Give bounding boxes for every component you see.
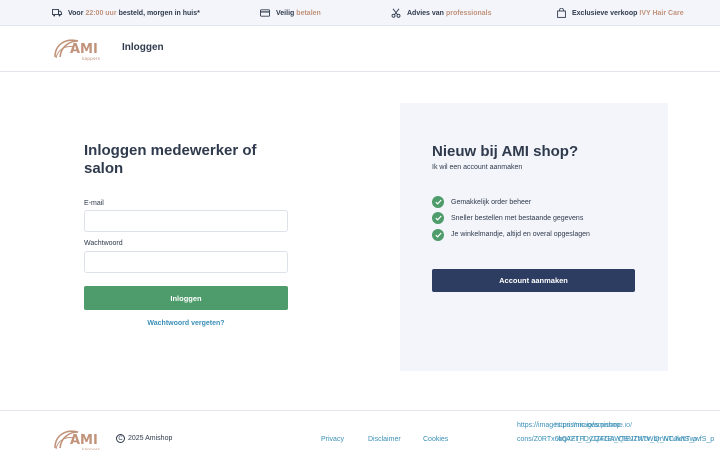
broken-image-overlay-1: https://images.prismic.io/ <box>555 422 633 429</box>
check-icon <box>432 228 444 241</box>
usp-payment-prefix: Veilig <box>276 9 295 17</box>
benefits-list: Gemakkelijk order beheer Sneller bestell… <box>432 196 590 245</box>
usp-exclusive-highlight: IVY Hair Care <box>639 9 684 17</box>
usp-delivery-prefix: Voor <box>68 9 84 17</box>
benefit-item: Sneller bestellen met bestaande gegevens <box>432 212 590 225</box>
email-label: E-mail <box>84 200 104 207</box>
usp-exclusive-prefix: Exclusieve verkoop <box>572 9 638 17</box>
password-label: Wachtwoord <box>84 240 123 247</box>
logo-wordmark: AMI <box>70 42 98 57</box>
register-title: Nieuw bij AMI shop? <box>432 143 579 160</box>
register-subtitle: Ik wil een account aanmaken <box>432 164 523 171</box>
usp-payment: Veilig betalen <box>260 0 323 26</box>
benefit-text: Sneller bestellen met bestaande gegevens <box>451 214 584 222</box>
usp-exclusive: Exclusieve verkoop IVY Hair Care <box>556 0 686 26</box>
logo-subtext: kappers <box>82 56 101 62</box>
check-icon <box>432 212 444 225</box>
usp-advice-prefix: Advies van <box>407 9 444 17</box>
email-field[interactable] <box>84 210 288 232</box>
forgot-password-link[interactable]: Wachtwoord vergeten? <box>84 320 288 327</box>
site-footer: AMI kappers C 2025 Amishop Privacy Discl… <box>0 410 720 450</box>
truck-icon <box>52 8 62 18</box>
register-panel: Nieuw bij AMI shop? Ik wil een account a… <box>400 103 668 371</box>
benefit-text: Je winkelmandje, altijd en overal opgesl… <box>451 231 590 239</box>
login-title: Inloggen medewerker of salon <box>84 142 257 177</box>
footer-logo-graphic: AMI kappers <box>54 430 101 450</box>
login-button[interactable]: Inloggen <box>84 286 288 310</box>
broken-image-overlay-2: AQ7EI_T_ZQ4ZEt_QBNTWbr_Q_NTwwfS_p <box>557 436 698 443</box>
copyright-icon: C <box>116 434 125 443</box>
password-field[interactable] <box>84 251 288 273</box>
footer-ami-logo[interactable]: AMI kappers <box>52 427 110 450</box>
broken-image-alt-text: https://images.prismic.io/amishop- cons/… <box>517 419 720 450</box>
page-title: Inloggen <box>122 42 164 53</box>
footer-link-cookies[interactable]: Cookies <box>423 436 448 443</box>
benefit-item: Gemakkelijk order beheer <box>432 196 590 208</box>
copyright: C 2025 Amishop <box>116 434 172 443</box>
ami-logo[interactable]: AMI kappers <box>52 36 110 62</box>
usp-delivery-highlight: 22:00 uur <box>85 9 117 17</box>
usp-bar: Voor 22:00 uur besteld, morgen in huis* … <box>0 0 720 26</box>
copyright-text: 2025 Amishop <box>128 435 173 442</box>
usp-advice: Advies van professionals <box>391 0 493 26</box>
create-account-button[interactable]: Account aanmaken <box>432 269 635 292</box>
usp-delivery-suffix: besteld, morgen in huis* <box>118 9 200 17</box>
usp-delivery: Voor 22:00 uur besteld, morgen in huis* <box>52 0 200 26</box>
benefit-text: Gemakkelijk order beheer <box>451 198 532 206</box>
site-header: AMI kappers Inloggen <box>0 26 720 72</box>
footer-link-privacy[interactable]: Privacy <box>321 436 344 443</box>
credit-card-icon <box>260 8 270 18</box>
footer-logo-wordmark: AMI <box>70 433 98 448</box>
check-icon <box>432 196 444 208</box>
benefit-item: Je winkelmandje, altijd en overal opgesl… <box>432 228 590 241</box>
shopping-bag-icon <box>556 8 566 18</box>
ami-logo-graphic: AMI kappers <box>54 39 101 62</box>
scissors-icon <box>391 8 401 18</box>
usp-advice-highlight: professionals <box>445 9 492 17</box>
usp-payment-highlight: betalen <box>296 9 321 17</box>
footer-link-disclaimer[interactable]: Disclaimer <box>368 436 401 443</box>
